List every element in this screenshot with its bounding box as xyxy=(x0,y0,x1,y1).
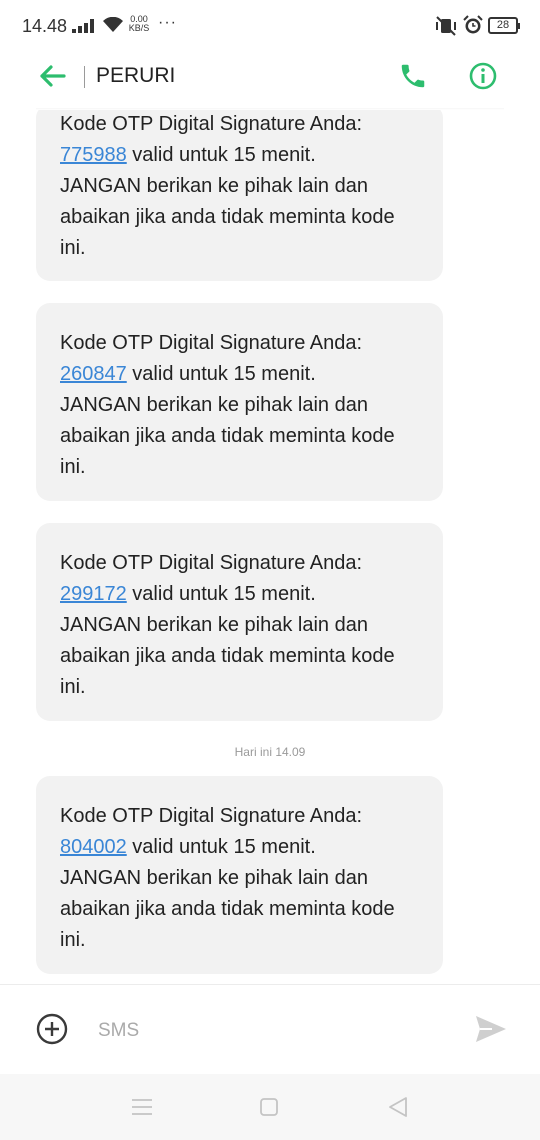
message-line: Kode OTP Digital Signature Anda: xyxy=(60,332,363,354)
system-nav-bar xyxy=(0,1074,540,1140)
date-separator: Hari ini 14.09 xyxy=(234,745,306,759)
message-line: abaikan jika anda tidak meminta kode xyxy=(60,425,395,447)
compose-bar xyxy=(0,984,540,1075)
contact-title[interactable]: PERURI xyxy=(96,64,175,88)
header-divider xyxy=(84,66,85,88)
message-line: ini. xyxy=(60,237,86,259)
message-line: Kode OTP Digital Signature Anda: xyxy=(60,805,363,827)
message-bubble[interactable]: Kode OTP Digital Signature Anda: 260847 … xyxy=(36,303,443,501)
message-bubble[interactable]: Kode OTP Digital Signature Anda: 299172 … xyxy=(36,523,443,721)
message-line: 260847 valid untuk 15 menit. xyxy=(60,359,423,390)
home-icon[interactable] xyxy=(259,1097,279,1117)
message-line: abaikan jika anda tidak meminta kode xyxy=(60,898,395,920)
add-circle-icon[interactable] xyxy=(36,1013,68,1045)
menu-icon[interactable] xyxy=(131,1098,153,1116)
message-line: JANGAN berikan ke pihak lain dan xyxy=(60,175,368,197)
message-line: JANGAN berikan ke pihak lain dan xyxy=(60,867,368,889)
message-line: ini. xyxy=(60,456,86,478)
send-icon[interactable] xyxy=(474,1013,508,1045)
info-icon[interactable] xyxy=(467,60,499,92)
otp-code-link[interactable]: 260847 xyxy=(60,363,127,385)
message-bubble[interactable]: Kode OTP Digital Signature Anda: 775988 … xyxy=(36,104,443,281)
message-text: valid untuk 15 menit. xyxy=(126,363,316,385)
message-line: JANGAN berikan ke pihak lain dan xyxy=(60,394,368,416)
message-line: 775988 valid untuk 15 menit. xyxy=(60,140,423,171)
message-line: JANGAN berikan ke pihak lain dan xyxy=(60,614,368,636)
message-bubble[interactable]: Kode OTP Digital Signature Anda: 804002 … xyxy=(36,776,443,974)
otp-code-link[interactable]: 804002 xyxy=(60,836,127,858)
message-line: Kode OTP Digital Signature Anda: xyxy=(60,552,363,574)
message-line: abaikan jika anda tidak meminta kode xyxy=(60,645,395,667)
message-line: Kode OTP Digital Signature Anda: xyxy=(60,113,363,135)
conversation-header: PERURI xyxy=(0,52,540,108)
otp-code-link[interactable]: 299172 xyxy=(60,583,127,605)
back-arrow-icon[interactable] xyxy=(36,60,68,92)
message-list[interactable]: Kode OTP Digital Signature Anda: 775988 … xyxy=(0,0,540,984)
message-line: ini. xyxy=(60,929,86,951)
back-triangle-icon[interactable] xyxy=(387,1096,409,1118)
message-line: 299172 valid untuk 15 menit. xyxy=(60,579,423,610)
message-text: valid untuk 15 menit. xyxy=(126,836,316,858)
sms-input[interactable] xyxy=(98,1017,428,1045)
message-line: abaikan jika anda tidak meminta kode xyxy=(60,206,395,228)
otp-code-link[interactable]: 775988 xyxy=(60,144,127,166)
phone-icon[interactable] xyxy=(398,61,428,91)
message-text: valid untuk 15 menit. xyxy=(126,583,316,605)
message-line: 804002 valid untuk 15 menit. xyxy=(60,832,423,863)
message-line: ini. xyxy=(60,676,86,698)
message-text: valid untuk 15 menit. xyxy=(126,144,316,166)
